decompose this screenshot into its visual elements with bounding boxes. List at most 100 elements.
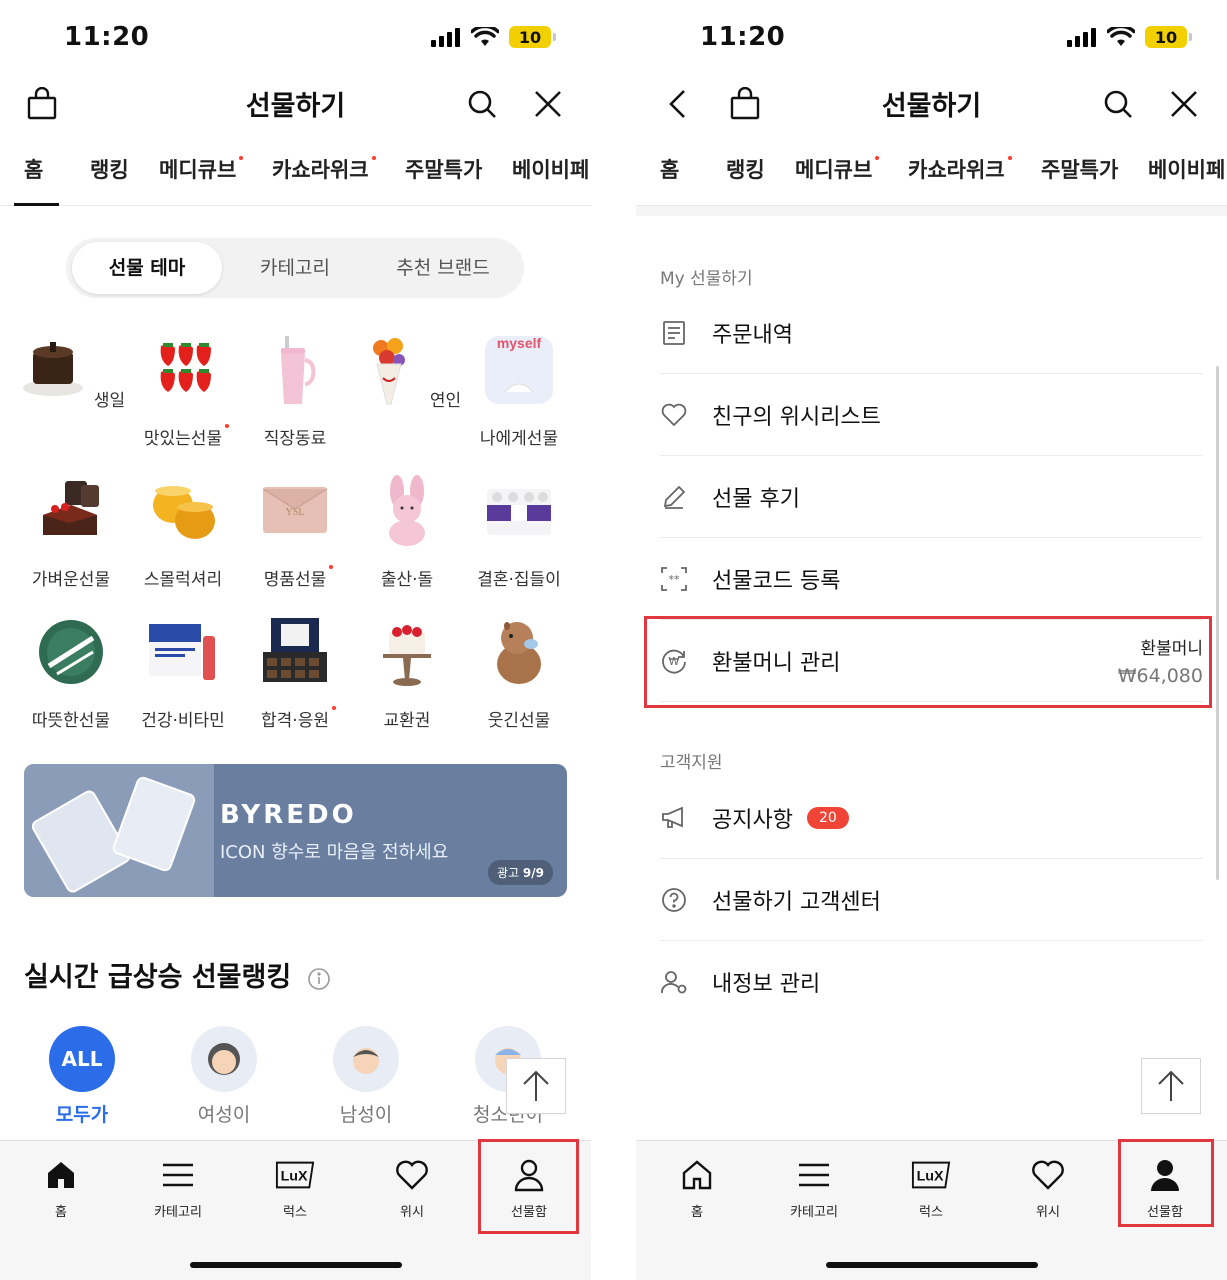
theme-voucher[interactable]: 교환권 — [351, 616, 463, 731]
cake-cup-image — [43, 481, 99, 535]
tab-ranking[interactable]: 랭킹 — [90, 154, 129, 184]
ad-label: 광고 — [496, 866, 520, 880]
menu-customer-center[interactable]: 선물하기 고객센터 — [660, 859, 1203, 941]
nav-wish[interactable]: 위시 — [367, 1157, 457, 1220]
nav-lux[interactable]: LuX 럭스 — [250, 1157, 340, 1220]
theme-tasty-gift[interactable]: 맛있는선물 — [127, 334, 239, 449]
tab-ranking[interactable]: 랭킹 — [726, 154, 765, 184]
nav-wish[interactable]: 위시 — [1003, 1157, 1093, 1220]
theme-birthday[interactable]: 생일 — [15, 334, 127, 411]
theme-luxury-gift[interactable]: YSL 명품선물 — [239, 475, 351, 590]
wifi-icon — [1107, 27, 1135, 46]
menu-my-info[interactable]: 내정보 관리 — [660, 941, 1203, 1023]
nav-label: 위시 — [400, 1205, 424, 1220]
tab-mediqube[interactable]: 메디큐브 — [159, 154, 244, 184]
audience-label: 모두가 — [55, 1104, 109, 1126]
segment-recommended-brand[interactable]: 추천 브랜드 — [368, 242, 518, 294]
search-icon[interactable] — [464, 86, 500, 122]
tab-mediqube[interactable]: 메디큐브 — [795, 154, 880, 184]
male-avatar-icon — [333, 1026, 399, 1092]
nav-label: 홈 — [55, 1205, 67, 1220]
vitamin-box-image — [149, 624, 215, 680]
nav-home[interactable]: 홈 — [652, 1157, 742, 1220]
theme-small-luxury[interactable]: 스몰럭셔리 — [127, 475, 239, 590]
tab-baby-fair[interactable]: 베이비페 — [512, 154, 589, 184]
highlight-box — [478, 1139, 579, 1234]
nav-label: 럭스 — [919, 1205, 943, 1220]
new-dot — [225, 424, 230, 428]
ad-banner[interactable]: BYREDO ICON 향수로 마음을 전하세요 광고 9/9 — [24, 764, 567, 897]
close-icon[interactable] — [530, 86, 566, 122]
scroll-to-top-button[interactable] — [1141, 1058, 1201, 1114]
lux-icon: LuX — [911, 1157, 951, 1193]
new-dot — [331, 706, 336, 710]
ranking-section-title: 실시간 급상승 선물랭킹 — [24, 955, 331, 994]
status-icons: 10 — [431, 26, 556, 48]
segment-gift-theme[interactable]: 선물 테마 — [72, 242, 222, 294]
new-dot — [239, 156, 244, 160]
myself-image: myself — [485, 335, 553, 404]
tab-home[interactable]: 홈 — [24, 154, 43, 184]
nav-category[interactable]: 카테고리 — [133, 1157, 223, 1220]
tab-label: 카쇼라위크 — [272, 158, 369, 182]
gift-tin-image — [39, 620, 103, 684]
theme-pass-cheer[interactable]: 합격·응원 — [239, 616, 351, 731]
theme-label: 교환권 — [383, 711, 431, 731]
page-title: 선물하기 — [245, 91, 346, 122]
menu-gift-review[interactable]: 선물 후기 — [660, 456, 1203, 538]
menu-label: 주문내역 — [712, 322, 793, 348]
nav-lux[interactable]: LuX 럭스 — [886, 1157, 976, 1220]
status-time: 11:20 — [700, 22, 786, 52]
theme-coworker[interactable]: 직장동료 — [239, 334, 351, 449]
info-icon[interactable] — [307, 967, 331, 991]
nav-category[interactable]: 카테고리 — [769, 1157, 859, 1220]
audience-male[interactable]: 남성이 — [316, 1026, 416, 1127]
panel-gap — [591, 0, 636, 1280]
receipt-icon — [660, 319, 688, 347]
theme-wedding-housewarming[interactable]: 결혼·집들이 — [463, 475, 575, 590]
theme-birth-first-birthday[interactable]: 출산·돌 — [351, 475, 463, 590]
search-icon[interactable] — [1100, 86, 1136, 122]
theme-lover[interactable]: 연인 — [351, 334, 463, 411]
close-icon[interactable] — [1166, 86, 1202, 122]
theme-label: 건강·비타민 — [141, 711, 225, 731]
capybara-image — [497, 622, 541, 684]
menu-notice[interactable]: 공지사항 20 — [660, 777, 1203, 859]
menu-gift-code-register[interactable]: ** 선물코드 등록 — [660, 538, 1203, 620]
audience-all[interactable]: ALL 모두가 — [32, 1026, 132, 1127]
segment-category[interactable]: 카테고리 — [222, 242, 368, 294]
audience-label: 여성이 — [197, 1104, 251, 1126]
tab-baby-fair[interactable]: 베이비페 — [1148, 154, 1225, 184]
tab-kashorweek[interactable]: 카쇼라위크 — [272, 154, 376, 184]
theme-label: 명품선물 — [264, 565, 334, 590]
theme-funny-gift[interactable]: 웃긴선물 — [463, 616, 575, 731]
tab-bar: 홈 랭킹 메디큐브 카쇼라위크 주말특가 베이비페 — [636, 150, 1227, 206]
tab-weekend-deal[interactable]: 주말특가 — [405, 154, 482, 184]
scrollbar[interactable] — [1216, 366, 1219, 880]
menu-label: 공지사항 — [712, 807, 793, 833]
theme-label: 맛있는선물 — [144, 424, 230, 449]
theme-warm-gift[interactable]: 따뜻한선물 — [15, 616, 127, 731]
menu-friend-wishlist[interactable]: 친구의 위시리스트 — [660, 374, 1203, 456]
theme-health-vitamin[interactable]: 건강·비타민 — [127, 616, 239, 731]
svg-text:YSL: YSL — [286, 507, 305, 518]
strawberry-image — [160, 343, 211, 392]
arrow-up-icon — [1158, 1070, 1184, 1101]
nav-home[interactable]: 홈 — [16, 1157, 106, 1220]
scroll-to-top-button[interactable] — [506, 1058, 566, 1114]
tab-label: 카쇼라위크 — [908, 158, 1005, 182]
pencil-icon — [660, 483, 688, 511]
theme-light-gift[interactable]: 가벼운선물 — [15, 475, 127, 590]
audience-female[interactable]: 여성이 — [174, 1026, 274, 1127]
theme-for-myself[interactable]: myself 나에게선물 — [463, 334, 575, 449]
menu-order-history[interactable]: 주문내역 — [660, 292, 1203, 374]
tab-bar: 홈 랭킹 메디큐브 카쇼라위크 주말특가 베이비페 — [0, 150, 591, 206]
tab-kashorweek[interactable]: 카쇼라위크 — [908, 154, 1012, 184]
tab-label: 메디큐브 — [795, 158, 873, 182]
tab-weekend-deal[interactable]: 주말특가 — [1041, 154, 1118, 184]
lux-logo-text: LuX — [281, 1169, 308, 1185]
question-icon — [660, 886, 688, 914]
status-time: 11:20 — [64, 22, 150, 52]
tab-home[interactable]: 홈 — [660, 154, 679, 184]
new-dot — [371, 156, 376, 160]
